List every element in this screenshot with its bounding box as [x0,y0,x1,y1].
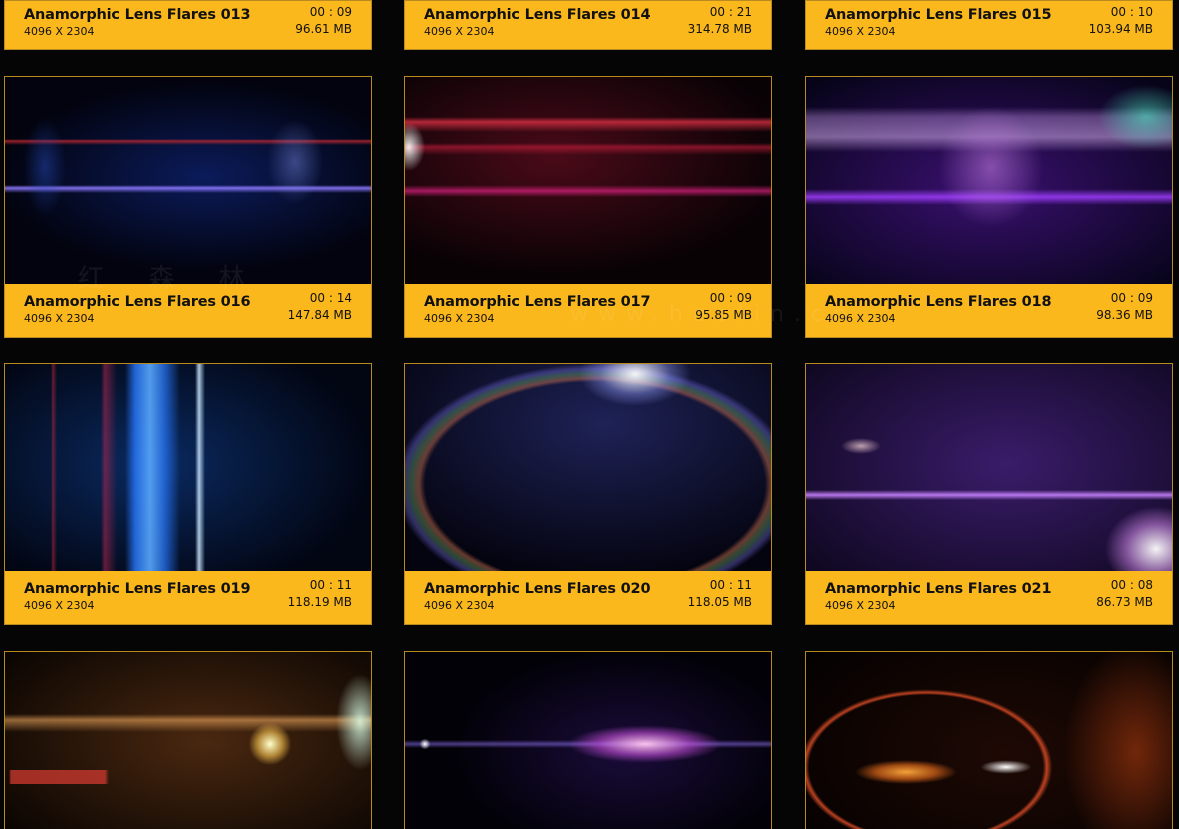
card-duration: 00 : 11 [309,578,352,592]
video-thumbnail[interactable] [405,364,771,571]
card-duration: 00 : 21 [709,5,752,19]
card-file-size: 103.94 MB [1088,22,1153,36]
card-info-bar: Anamorphic Lens Flares 018 4096 X 2304 0… [806,284,1172,337]
card-resolution: 4096 X 2304 [825,312,896,325]
card-resolution: 4096 X 2304 [424,312,495,325]
card-title[interactable]: Anamorphic Lens Flares 019 [24,581,251,597]
card-file-size: 96.61 MB [295,22,352,36]
card-duration: 00 : 14 [309,291,352,305]
card-title[interactable]: Anamorphic Lens Flares 016 [24,294,251,310]
card-info-bar: Anamorphic Lens Flares 014 4096 X 2304 0… [405,1,771,49]
card-duration: 00 : 10 [1110,5,1153,19]
card-info-bar: Anamorphic Lens Flares 019 4096 X 2304 0… [5,571,371,624]
video-card[interactable] [404,651,772,829]
card-duration: 00 : 08 [1110,578,1153,592]
card-title[interactable]: Anamorphic Lens Flares 015 [825,7,1052,23]
card-resolution: 4096 X 2304 [424,25,495,38]
card-file-size: 118.05 MB [687,595,752,609]
video-thumbnail[interactable] [806,652,1172,829]
video-card[interactable]: Anamorphic Lens Flares 014 4096 X 2304 0… [404,0,772,50]
video-card[interactable]: Anamorphic Lens Flares 018 4096 X 2304 0… [805,76,1173,338]
video-card[interactable] [4,651,372,829]
video-thumbnail[interactable] [5,77,371,284]
card-file-size: 147.84 MB [287,308,352,322]
video-card[interactable]: Anamorphic Lens Flares 017 4096 X 2304 0… [404,76,772,338]
card-info-bar: Anamorphic Lens Flares 013 4096 X 2304 0… [5,1,371,49]
card-resolution: 4096 X 2304 [24,312,95,325]
card-resolution: 4096 X 2304 [24,599,95,612]
card-resolution: 4096 X 2304 [24,25,95,38]
card-resolution: 4096 X 2304 [825,25,896,38]
card-duration: 00 : 09 [309,5,352,19]
video-card[interactable]: Anamorphic Lens Flares 019 4096 X 2304 0… [4,363,372,625]
card-file-size: 118.19 MB [287,595,352,609]
card-info-bar: Anamorphic Lens Flares 017 4096 X 2304 0… [405,284,771,337]
card-title[interactable]: Anamorphic Lens Flares 017 [424,294,651,310]
video-card[interactable] [805,651,1173,829]
card-file-size: 95.85 MB [695,308,752,322]
video-card[interactable]: Anamorphic Lens Flares 020 4096 X 2304 0… [404,363,772,625]
video-thumbnail[interactable] [5,364,371,571]
video-card[interactable]: Anamorphic Lens Flares 016 4096 X 2304 0… [4,76,372,338]
card-resolution: 4096 X 2304 [424,599,495,612]
card-info-bar: Anamorphic Lens Flares 020 4096 X 2304 0… [405,571,771,624]
card-file-size: 314.78 MB [687,22,752,36]
video-card[interactable]: Anamorphic Lens Flares 015 4096 X 2304 0… [805,0,1173,50]
video-thumbnail[interactable] [806,77,1172,284]
video-card[interactable]: Anamorphic Lens Flares 013 4096 X 2304 0… [4,0,372,50]
video-thumbnail[interactable] [806,364,1172,571]
card-title[interactable]: Anamorphic Lens Flares 013 [24,7,251,23]
card-title[interactable]: Anamorphic Lens Flares 021 [825,581,1052,597]
card-duration: 00 : 11 [709,578,752,592]
card-resolution: 4096 X 2304 [825,599,896,612]
card-title[interactable]: Anamorphic Lens Flares 014 [424,7,651,23]
video-thumbnail[interactable] [405,77,771,284]
card-title[interactable]: Anamorphic Lens Flares 018 [825,294,1052,310]
card-duration: 00 : 09 [709,291,752,305]
card-info-bar: Anamorphic Lens Flares 015 4096 X 2304 0… [806,1,1172,49]
video-thumbnail[interactable] [405,652,771,829]
card-info-bar: Anamorphic Lens Flares 016 4096 X 2304 0… [5,284,371,337]
video-card[interactable]: Anamorphic Lens Flares 021 4096 X 2304 0… [805,363,1173,625]
card-file-size: 86.73 MB [1096,595,1153,609]
card-info-bar: Anamorphic Lens Flares 021 4096 X 2304 0… [806,571,1172,624]
card-duration: 00 : 09 [1110,291,1153,305]
video-thumbnail[interactable] [5,652,371,829]
card-file-size: 98.36 MB [1096,308,1153,322]
card-title[interactable]: Anamorphic Lens Flares 020 [424,581,651,597]
